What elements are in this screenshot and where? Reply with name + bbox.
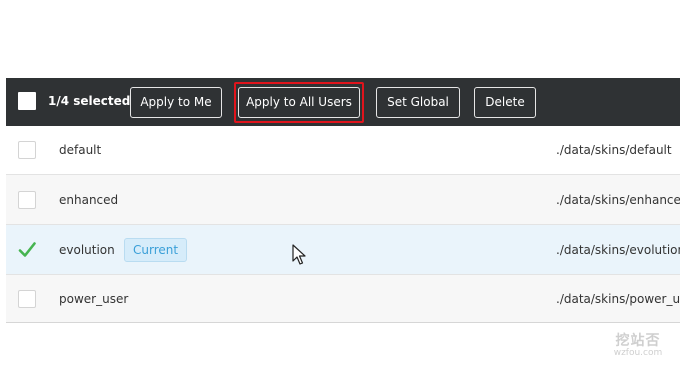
selected-count: 1/4 selected [48,94,131,108]
skin-path: ./data/skins/power_user [556,291,680,306]
table-row[interactable]: default ./data/skins/default [6,126,680,175]
bulk-action-toolbar: 1/4 selected Apply to Me Apply to All Us… [6,78,680,126]
mouse-cursor-icon [292,244,306,265]
checkmark-icon [18,241,36,257]
skin-name: default [59,143,102,157]
row-checkbox-checked[interactable] [18,241,36,259]
apply-to-me-button[interactable]: Apply to Me [130,87,222,118]
watermark-domain: wzfou.com [613,348,663,358]
apply-to-all-users-button[interactable]: Apply to All Users [238,87,360,118]
table-row-selected[interactable]: evolution Current ./data/skins/evolution [6,225,680,275]
row-checkbox[interactable] [18,190,36,209]
watermark: 挖站否 wzfou.com [610,330,666,358]
row-checkbox[interactable] [18,141,36,159]
skin-path: ./data/skins/enhanced [556,192,680,207]
skin-name: evolution [59,242,115,257]
select-all-checkbox[interactable] [18,92,36,110]
delete-button[interactable]: Delete [474,87,536,118]
table-row[interactable]: enhanced ./data/skins/enhanced [6,175,680,225]
watermark-logo: 挖站否 [615,333,661,349]
current-badge: Current [124,237,188,262]
skin-name: power_user [59,291,129,306]
skins-manager: 1/4 selected Apply to Me Apply to All Us… [0,0,680,366]
skin-path: ./data/skins/evolution [556,242,680,257]
skin-name: enhanced [59,192,119,207]
skin-path: ./data/skins/default [556,143,672,157]
set-global-button[interactable]: Set Global [376,87,460,118]
table-row[interactable]: power_user ./data/skins/power_user [6,275,680,323]
row-checkbox[interactable] [18,289,36,308]
